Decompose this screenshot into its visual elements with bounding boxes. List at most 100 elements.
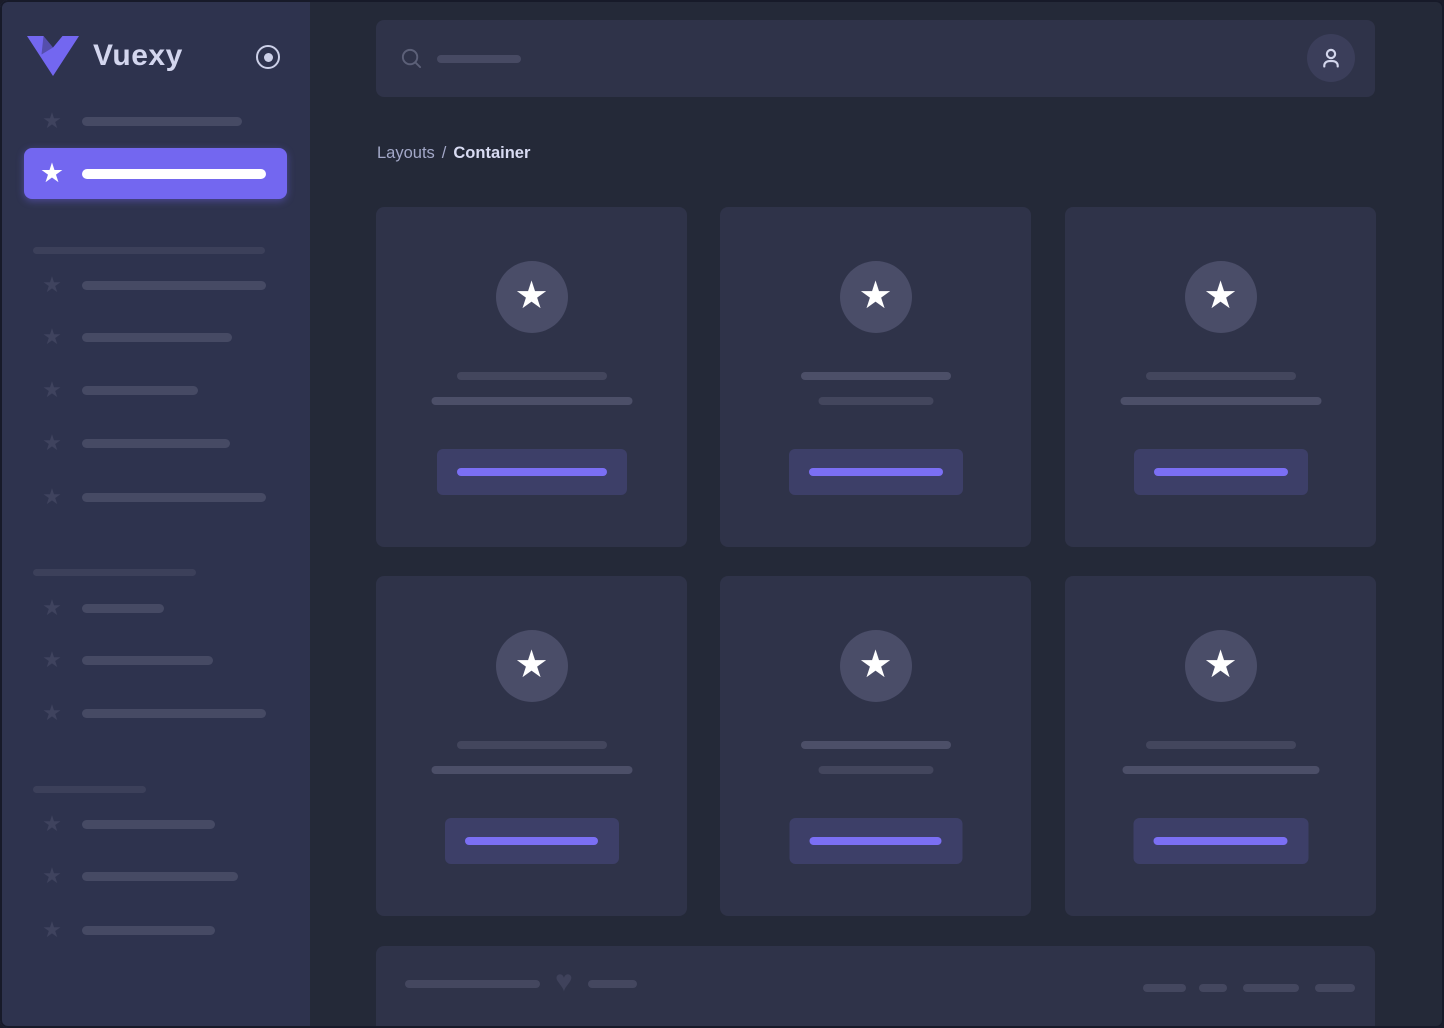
logo-text: Vuexy (93, 39, 183, 72)
menu-label-placeholder (82, 655, 213, 665)
menu-label-placeholder (82, 708, 266, 718)
card-action-button[interactable] (1133, 449, 1308, 495)
radio-circle-icon (256, 45, 280, 69)
card-avatar-circle: ★ (839, 630, 912, 702)
menu-label-placeholder (82, 925, 215, 935)
sidebar-item[interactable]: ★ (24, 479, 287, 515)
card-subtitle-placeholder (1122, 766, 1319, 774)
card-title-placeholder (456, 372, 607, 380)
menu-label-placeholder (82, 603, 164, 613)
heart-icon[interactable]: ♥ (555, 967, 573, 997)
star-icon: ★ (42, 647, 62, 672)
star-icon: ★ (514, 643, 549, 686)
section-header-placeholder (33, 247, 265, 254)
footer-card: ♥ (376, 946, 1375, 1026)
footer-control-placeholder (1143, 984, 1186, 992)
breadcrumb: Layouts / Container (377, 143, 530, 163)
star-icon: ★ (42, 700, 62, 725)
sidebar-item[interactable]: ★ (24, 806, 287, 842)
card-action-button[interactable] (1133, 818, 1308, 864)
sidebar-item[interactable]: ★ (24, 425, 287, 461)
card-title-placeholder (1145, 741, 1296, 749)
menu-label-placeholder (82, 280, 266, 290)
menu-pin-toggle[interactable] (256, 45, 280, 69)
card-title-placeholder (1145, 372, 1296, 380)
card-action-button[interactable] (444, 818, 619, 864)
menu-label-placeholder (82, 385, 198, 395)
section-header-placeholder (33, 786, 146, 793)
card-subtitle-placeholder (818, 766, 933, 774)
card-action-button[interactable] (436, 449, 627, 495)
demo-card: ★ (720, 576, 1031, 916)
star-icon: ★ (858, 643, 893, 686)
star-icon: ★ (42, 917, 62, 942)
star-icon: ★ (42, 272, 62, 297)
search-bar[interactable] (376, 20, 1375, 97)
app-window: Vuexy ★ ★ ★ ★ ★ ★ ★ ★ ★ ★ ★ ★ ★ Layouts … (0, 0, 1444, 1028)
vuexy-logo-icon (27, 36, 79, 76)
sidebar-item[interactable]: ★ (24, 372, 287, 408)
user-avatar[interactable] (1307, 34, 1355, 82)
person-icon (1323, 48, 1339, 68)
footer-label-placeholder (405, 980, 540, 988)
card-subtitle-placeholder (1120, 397, 1321, 405)
demo-card: ★ (720, 207, 1031, 547)
star-icon: ★ (1203, 274, 1238, 317)
demo-card: ★ (1065, 207, 1376, 547)
star-icon: ★ (42, 595, 62, 620)
sidebar-item-active[interactable]: ★ (24, 148, 287, 199)
breadcrumb-separator: / (441, 143, 447, 162)
sidebar-item[interactable]: ★ (24, 858, 287, 894)
star-icon: ★ (42, 484, 62, 509)
button-label-placeholder (1153, 837, 1288, 845)
logo[interactable]: Vuexy (27, 36, 183, 76)
menu-label-placeholder (82, 492, 266, 502)
card-subtitle-placeholder (818, 397, 933, 405)
star-icon: ★ (858, 274, 893, 317)
card-action-button[interactable] (789, 818, 962, 864)
card-subtitle-placeholder (431, 397, 632, 405)
card-title-placeholder (456, 741, 607, 749)
button-label-placeholder (809, 837, 942, 845)
sidebar-item[interactable]: ★ (24, 642, 287, 678)
button-label-placeholder (1153, 468, 1288, 476)
search-icon (401, 48, 422, 69)
star-icon: ★ (42, 108, 62, 133)
star-icon: ★ (39, 158, 65, 188)
demo-card: ★ (376, 576, 687, 916)
button-label-placeholder (456, 468, 607, 476)
sidebar-item[interactable]: ★ (24, 103, 287, 139)
breadcrumb-current: Container (453, 143, 531, 162)
card-avatar-circle: ★ (839, 261, 912, 333)
menu-label-placeholder (82, 332, 232, 342)
footer-control-placeholder (1243, 984, 1299, 992)
sidebar: Vuexy ★ ★ ★ ★ ★ ★ ★ ★ ★ ★ ★ ★ ★ (0, 0, 310, 1028)
sidebar-item[interactable]: ★ (24, 319, 287, 355)
star-icon: ★ (42, 324, 62, 349)
menu-label-placeholder (82, 116, 242, 126)
menu-label-placeholder (82, 871, 238, 881)
demo-card: ★ (1065, 576, 1376, 916)
star-icon: ★ (42, 377, 62, 402)
footer-left-group: ♥ (405, 967, 637, 997)
demo-card: ★ (376, 207, 687, 547)
card-avatar-circle: ★ (495, 630, 568, 702)
menu-label-placeholder (82, 168, 266, 179)
sidebar-item[interactable]: ★ (24, 590, 287, 626)
card-avatar-circle: ★ (1184, 630, 1257, 702)
footer-label-placeholder (587, 980, 637, 988)
footer-control-placeholder (1315, 984, 1355, 992)
button-label-placeholder (465, 837, 598, 845)
card-subtitle-placeholder (431, 766, 632, 774)
star-icon: ★ (42, 430, 62, 455)
sidebar-item[interactable]: ★ (24, 695, 287, 731)
sidebar-item[interactable]: ★ (24, 912, 287, 948)
menu-label-placeholder (82, 438, 230, 448)
sidebar-item[interactable]: ★ (24, 267, 287, 303)
card-action-button[interactable] (788, 449, 963, 495)
card-avatar-circle: ★ (1184, 261, 1257, 333)
footer-control-placeholder (1199, 984, 1227, 992)
menu-label-placeholder (82, 819, 215, 829)
breadcrumb-parent[interactable]: Layouts (377, 144, 435, 163)
card-title-placeholder (800, 741, 951, 749)
